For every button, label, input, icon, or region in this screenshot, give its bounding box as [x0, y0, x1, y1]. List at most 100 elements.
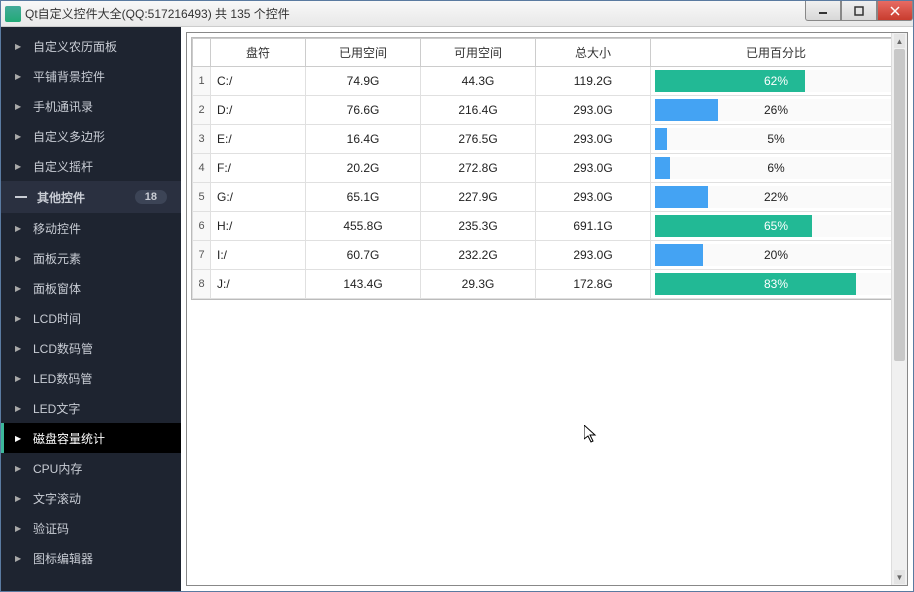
cell-total[interactable]: 691.1G	[536, 212, 651, 241]
cell-drive[interactable]: I:/	[211, 241, 306, 270]
cell-avail[interactable]: 272.8G	[421, 154, 536, 183]
table-row[interactable]: 7I:/60.7G232.2G293.0G20%	[193, 241, 902, 270]
close-button[interactable]	[877, 1, 913, 21]
cell-percent[interactable]: 22%	[651, 183, 902, 212]
sidebar-item[interactable]: LED数码管	[1, 363, 181, 393]
table-row[interactable]: 2D:/76.6G216.4G293.0G26%	[193, 96, 902, 125]
vertical-scrollbar[interactable]: ▲ ▼	[891, 33, 907, 585]
cell-drive[interactable]: H:/	[211, 212, 306, 241]
table-row[interactable]: 6H:/455.8G235.3G691.1G65%	[193, 212, 902, 241]
sidebar-item[interactable]: 自定义多边形	[1, 121, 181, 151]
cell-total[interactable]: 293.0G	[536, 125, 651, 154]
scroll-track[interactable]	[894, 49, 905, 569]
sidebar[interactable]: 自定义农历面板平铺背景控件手机通讯录自定义多边形自定义摇杆其他控件18移动控件面…	[1, 27, 181, 591]
cell-percent[interactable]: 6%	[651, 154, 902, 183]
disk-table: 盘符 已用空间 可用空间 总大小 已用百分比 1C:/74.9G44.3G119…	[192, 38, 902, 299]
chevron-right-icon	[15, 161, 25, 172]
header-drive[interactable]: 盘符	[211, 39, 306, 67]
progress-bar: 65%	[655, 215, 897, 237]
cell-percent[interactable]: 62%	[651, 67, 902, 96]
scroll-down-button[interactable]: ▼	[894, 570, 905, 584]
cell-percent[interactable]: 65%	[651, 212, 902, 241]
progress-bar: 62%	[655, 70, 897, 92]
sidebar-item[interactable]: 手机通讯录	[1, 91, 181, 121]
cell-used[interactable]: 60.7G	[306, 241, 421, 270]
cell-drive[interactable]: J:/	[211, 270, 306, 299]
scroll-up-button[interactable]: ▲	[894, 34, 905, 48]
maximize-button[interactable]	[841, 1, 877, 21]
cell-drive[interactable]: E:/	[211, 125, 306, 154]
progress-label: 26%	[655, 99, 897, 121]
sidebar-item[interactable]: 面板窗体	[1, 273, 181, 303]
table-row[interactable]: 4F:/20.2G272.8G293.0G6%	[193, 154, 902, 183]
window-title: Qt自定义控件大全(QQ:517216493) 共 135 个控件	[25, 5, 290, 22]
sidebar-item[interactable]: LCD时间	[1, 303, 181, 333]
cell-percent[interactable]: 5%	[651, 125, 902, 154]
scroll-thumb[interactable]	[894, 49, 905, 361]
cell-used[interactable]: 65.1G	[306, 183, 421, 212]
row-number: 7	[193, 241, 211, 270]
sidebar-item[interactable]: 移动控件	[1, 213, 181, 243]
progress-label: 6%	[655, 157, 897, 179]
sidebar-item[interactable]: CPU内存	[1, 453, 181, 483]
titlebar[interactable]: Qt自定义控件大全(QQ:517216493) 共 135 个控件	[1, 1, 913, 27]
cell-drive[interactable]: G:/	[211, 183, 306, 212]
row-number: 5	[193, 183, 211, 212]
cell-total[interactable]: 293.0G	[536, 154, 651, 183]
cell-total[interactable]: 293.0G	[536, 183, 651, 212]
cell-total[interactable]: 293.0G	[536, 96, 651, 125]
header-total[interactable]: 总大小	[536, 39, 651, 67]
sidebar-item[interactable]: 平铺背景控件	[1, 61, 181, 91]
cell-avail[interactable]: 235.3G	[421, 212, 536, 241]
cell-used[interactable]: 74.9G	[306, 67, 421, 96]
cell-drive[interactable]: D:/	[211, 96, 306, 125]
cell-avail[interactable]: 227.9G	[421, 183, 536, 212]
table-row[interactable]: 5G:/65.1G227.9G293.0G22%	[193, 183, 902, 212]
header-pct[interactable]: 已用百分比	[651, 39, 902, 67]
window-buttons	[805, 1, 913, 21]
progress-label: 20%	[655, 244, 897, 266]
sidebar-item[interactable]: LED文字	[1, 393, 181, 423]
table-row[interactable]: 8J:/143.4G29.3G172.8G83%	[193, 270, 902, 299]
sidebar-item[interactable]: LCD数码管	[1, 333, 181, 363]
cell-used[interactable]: 20.2G	[306, 154, 421, 183]
cell-avail[interactable]: 44.3G	[421, 67, 536, 96]
sidebar-group-header[interactable]: 其他控件18	[1, 181, 181, 213]
minimize-button[interactable]	[805, 1, 841, 21]
sidebar-item[interactable]: 面板元素	[1, 243, 181, 273]
table-row[interactable]: 3E:/16.4G276.5G293.0G5%	[193, 125, 902, 154]
progress-bar: 83%	[655, 273, 897, 295]
sidebar-item[interactable]: 图标编辑器	[1, 543, 181, 573]
cell-total[interactable]: 293.0G	[536, 241, 651, 270]
sidebar-item-label: LED文字	[33, 400, 80, 417]
cell-drive[interactable]: C:/	[211, 67, 306, 96]
cell-percent[interactable]: 83%	[651, 270, 902, 299]
cell-total[interactable]: 119.2G	[536, 67, 651, 96]
progress-bar: 5%	[655, 128, 897, 150]
cell-percent[interactable]: 26%	[651, 96, 902, 125]
cell-used[interactable]: 76.6G	[306, 96, 421, 125]
table-row[interactable]: 1C:/74.9G44.3G119.2G62%	[193, 67, 902, 96]
cell-avail[interactable]: 276.5G	[421, 125, 536, 154]
cell-drive[interactable]: F:/	[211, 154, 306, 183]
cell-used[interactable]: 16.4G	[306, 125, 421, 154]
cell-avail[interactable]: 216.4G	[421, 96, 536, 125]
progress-bar: 6%	[655, 157, 897, 179]
sidebar-item-active[interactable]: 磁盘容量统计	[1, 423, 181, 453]
cell-avail[interactable]: 29.3G	[421, 270, 536, 299]
cell-avail[interactable]: 232.2G	[421, 241, 536, 270]
sidebar-item-label: 文字滚动	[33, 490, 81, 507]
cell-percent[interactable]: 20%	[651, 241, 902, 270]
cell-used[interactable]: 455.8G	[306, 212, 421, 241]
cell-used[interactable]: 143.4G	[306, 270, 421, 299]
content-area: 自定义农历面板平铺背景控件手机通讯录自定义多边形自定义摇杆其他控件18移动控件面…	[1, 27, 913, 591]
header-used[interactable]: 已用空间	[306, 39, 421, 67]
sidebar-item[interactable]: 自定义摇杆	[1, 151, 181, 181]
header-avail[interactable]: 可用空间	[421, 39, 536, 67]
row-number: 3	[193, 125, 211, 154]
sidebar-item[interactable]: 自定义农历面板	[1, 31, 181, 61]
sidebar-item[interactable]: 文字滚动	[1, 483, 181, 513]
cell-total[interactable]: 172.8G	[536, 270, 651, 299]
chevron-right-icon	[15, 101, 25, 112]
sidebar-item[interactable]: 验证码	[1, 513, 181, 543]
